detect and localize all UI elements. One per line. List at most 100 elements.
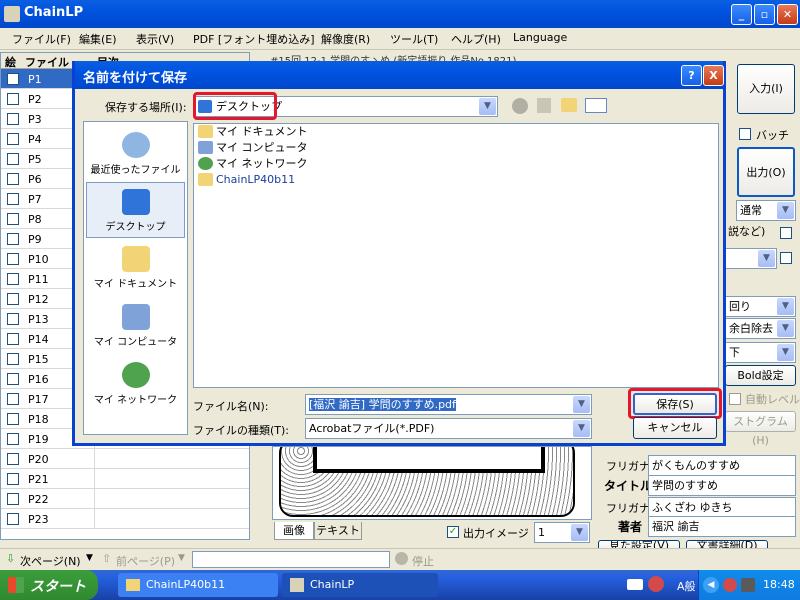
author-field[interactable]: 福沢 諭吉 [648, 516, 796, 537]
filename-field[interactable]: [福沢 諭吉] 学問のすすめ.pdf ▼ [305, 394, 592, 415]
page-checkbox[interactable] [7, 373, 19, 385]
start-button[interactable]: スタート [0, 570, 98, 600]
vm-icon[interactable] [741, 578, 755, 592]
col-header-file[interactable]: ファイル [25, 54, 69, 70]
setsu-checkbox[interactable] [780, 227, 792, 239]
page-checkbox[interactable] [7, 313, 19, 325]
page-checkbox[interactable] [7, 93, 19, 105]
page-preview [272, 446, 592, 520]
chevron-left-icon[interactable]: ◀ [703, 577, 719, 593]
cancel-button[interactable]: キャンセル [633, 417, 717, 439]
margin-combo[interactable]: 余白除去 ▼ [725, 318, 796, 339]
output-image-checkbox[interactable]: ✓ [447, 526, 459, 538]
file-item-label: マイ ネットワーク [216, 157, 308, 170]
page-checkbox[interactable] [7, 253, 19, 265]
place-mydocuments[interactable]: マイ ドキュメント [86, 240, 185, 296]
page-checkbox[interactable] [7, 113, 19, 125]
page-list-row[interactable]: P21 [1, 469, 249, 489]
page-checkbox[interactable] [7, 493, 19, 505]
page-checkbox[interactable] [7, 173, 19, 185]
page-checkbox[interactable] [7, 433, 19, 445]
maximize-button[interactable]: ▫ [754, 4, 775, 25]
dialog-close-button[interactable]: X [703, 65, 724, 86]
menu-tools[interactable]: ツール(T) [390, 31, 438, 47]
prev-page-button[interactable]: 前ページ(P) [116, 553, 175, 569]
minimize-button[interactable]: _ [731, 4, 752, 25]
page-checkbox[interactable] [7, 393, 19, 405]
menu-resolution[interactable]: 解像度(R) [321, 31, 370, 47]
place-desktop[interactable]: デスクトップ [86, 182, 185, 238]
page-checkbox[interactable] [7, 273, 19, 285]
page-checkbox[interactable] [7, 293, 19, 305]
page-checkbox[interactable] [7, 473, 19, 485]
new-folder-icon[interactable] [561, 98, 577, 112]
bold-settings-button[interactable]: Bold設定 [725, 365, 796, 386]
rotate-combo[interactable]: 回り ▼ [725, 296, 796, 317]
page-checkbox[interactable] [7, 513, 19, 525]
page-checkbox[interactable] [7, 413, 19, 425]
taskbar-item-chainlp40b11[interactable]: ChainLP40b11 [118, 573, 278, 597]
next-page-button[interactable]: 次ページ(N) [20, 553, 81, 569]
file-item[interactable]: マイ ネットワーク [198, 156, 308, 172]
page-checkbox[interactable] [7, 213, 19, 225]
input-button[interactable]: 入力(I) [737, 64, 795, 114]
page-checkbox[interactable] [7, 333, 19, 345]
filetype-combo[interactable]: Acrobatファイル(*.PDF) ▼ [305, 418, 592, 439]
normal-combo[interactable]: 通常 ▼ [736, 200, 796, 221]
auto-level-checkbox[interactable] [729, 393, 741, 405]
page-list-row[interactable]: P23 [1, 509, 249, 529]
security-icon[interactable] [723, 578, 737, 592]
ime-icon[interactable] [648, 576, 664, 592]
close-button[interactable]: ✕ [777, 4, 798, 25]
furigana-author-field[interactable]: ふくざわ ゆきち [648, 497, 796, 518]
page-checkbox[interactable] [7, 233, 19, 245]
tab-image[interactable]: 画像 [274, 522, 314, 540]
output-button[interactable]: 出力(O) [737, 147, 795, 197]
page-number: P19 [28, 433, 49, 446]
tab-text[interactable]: テキスト [314, 522, 362, 540]
blank-checkbox[interactable] [780, 252, 792, 264]
clock: 18:48 [763, 578, 795, 591]
file-item[interactable]: マイ ドキュメント [198, 124, 308, 140]
file-item[interactable]: マイ コンピュータ [198, 140, 308, 156]
page-checkbox[interactable] [7, 453, 19, 465]
help-button[interactable]: ? [681, 65, 702, 86]
back-icon[interactable] [512, 98, 528, 114]
batch-checkbox[interactable] [739, 128, 751, 140]
menu-language[interactable]: Language [513, 31, 567, 44]
stop-button[interactable]: 停止 [412, 553, 434, 569]
page-checkbox[interactable] [7, 353, 19, 365]
taskbar-item-chainlp[interactable]: ChainLP [282, 573, 438, 597]
menu-view[interactable]: 表示(V) [136, 31, 174, 47]
col-header-image[interactable]: 絵 [5, 54, 16, 70]
output-image-combo[interactable]: 1 ▼ [534, 522, 590, 543]
page-checkbox[interactable] [7, 133, 19, 145]
page-list-row[interactable]: P20 [1, 449, 249, 469]
menu-file[interactable]: ファイル(F) [12, 31, 71, 47]
page-checkbox[interactable] [7, 73, 19, 85]
title-field[interactable]: 学問のすすめ [648, 475, 796, 496]
histogram-button[interactable]: ストグラム(H) [725, 411, 796, 447]
setsu-combo[interactable]: 説など) [725, 222, 782, 243]
below-combo[interactable]: 下 ▼ [725, 342, 796, 363]
page-checkbox[interactable] [7, 153, 19, 165]
jump-input[interactable] [192, 551, 390, 568]
blank-combo[interactable]: ▼ [725, 248, 777, 269]
ime-mode[interactable]: A般 [677, 578, 696, 594]
file-item[interactable]: ChainLP40b11 [198, 172, 295, 188]
place-mycomputer[interactable]: マイ コンピュータ [86, 298, 185, 354]
folder-icon [198, 173, 213, 186]
menu-edit[interactable]: 編集(E) [79, 31, 117, 47]
menu-help[interactable]: ヘルプ(H) [451, 31, 501, 47]
place-recent[interactable]: 最近使ったファイル [86, 126, 185, 182]
menu-pdf[interactable]: PDF [フォント埋め込み] [193, 31, 315, 47]
keyboard-icon[interactable] [627, 579, 643, 590]
page-checkbox[interactable] [7, 193, 19, 205]
page-list-row[interactable]: P22 [1, 489, 249, 509]
furigana-title-field[interactable]: がくもんのすすめ [648, 455, 796, 476]
chevron-down-icon[interactable]: ▼ [178, 553, 185, 563]
chevron-down-icon[interactable]: ▼ [86, 553, 93, 563]
place-network[interactable]: マイ ネットワーク [86, 356, 185, 412]
view-menu-icon[interactable] [585, 98, 607, 113]
up-folder-icon[interactable] [537, 98, 551, 113]
